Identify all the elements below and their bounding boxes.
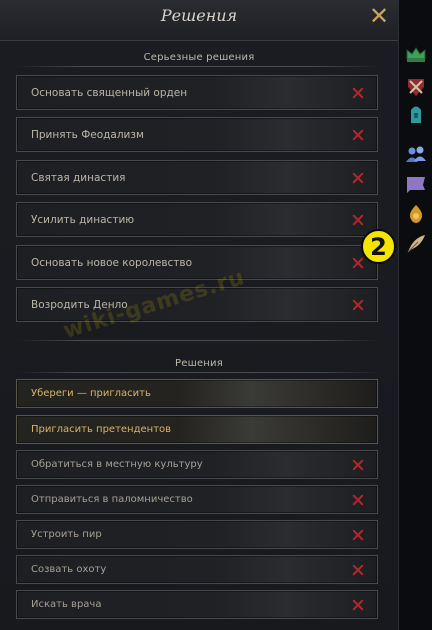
decision-row[interactable]: Отправиться в паломничество	[16, 485, 378, 514]
decisions-panel: Решения ✕ Серьезные решения Основать свя…	[0, 0, 399, 630]
unavailable-x-icon	[352, 129, 364, 141]
number-badge: 2	[361, 229, 396, 264]
decision-label: Отправиться в паломничество	[31, 494, 193, 505]
decision-row[interactable]: Искать врача	[16, 590, 378, 619]
decision-label: Основать новое королевство	[31, 256, 193, 269]
crown-icon[interactable]	[404, 44, 428, 66]
unavailable-x-icon	[352, 459, 364, 471]
decision-row[interactable]: Пригласить претендентов	[16, 415, 378, 444]
decision-row[interactable]: Созвать охоту	[16, 555, 378, 584]
unavailable-x-icon	[352, 214, 364, 226]
divider	[16, 66, 380, 67]
decision-label: Святая династия	[31, 171, 126, 184]
page-title: Решения	[160, 6, 238, 25]
unavailable-x-icon	[352, 494, 364, 506]
decision-label: Основать священный орден	[31, 86, 188, 99]
flag-icon[interactable]	[404, 173, 428, 195]
unavailable-x-icon	[352, 172, 364, 184]
serious-decision-row[interactable]: Основать новое королевство	[16, 245, 378, 280]
unavailable-x-icon	[352, 599, 364, 611]
decision-row[interactable]: Устроить пир	[16, 520, 378, 549]
unavailable-x-icon	[352, 564, 364, 576]
panel-header: Решения ✕	[0, 0, 398, 41]
serious-decision-row[interactable]: Принять Феодализм	[16, 117, 378, 152]
decision-label: Убереги — пригласить	[31, 388, 151, 399]
right-sidebar	[399, 0, 432, 630]
unavailable-x-icon	[352, 257, 364, 269]
serious-decision-row[interactable]: Основать священный орден	[16, 75, 378, 110]
people-icon[interactable]	[404, 143, 428, 165]
serious-decision-row[interactable]: Усилить династию	[16, 202, 378, 237]
serious-decision-row[interactable]: Святая династия	[16, 160, 378, 195]
divider	[16, 372, 380, 373]
crossed-swords-icon[interactable]	[404, 76, 428, 98]
serious-decisions-heading: Серьезные решения	[143, 52, 255, 63]
decision-label: Принять Феодализм	[31, 128, 144, 141]
decision-label: Искать врача	[31, 599, 102, 610]
tower-icon[interactable]	[404, 103, 428, 125]
decision-row[interactable]: Обратиться в местную культуру	[16, 450, 378, 479]
close-button[interactable]: ✕	[368, 4, 390, 28]
unavailable-x-icon	[352, 87, 364, 99]
decision-label: Созвать охоту	[31, 564, 107, 575]
feather-icon[interactable]	[404, 232, 428, 254]
gold-icon[interactable]	[404, 203, 428, 225]
decision-label: Устроить пир	[31, 529, 102, 540]
decision-label: Обратиться в местную культуру	[31, 459, 203, 470]
unavailable-x-icon	[352, 299, 364, 311]
decisions-heading: Решения	[175, 358, 223, 369]
unavailable-x-icon	[352, 529, 364, 541]
decision-label: Усилить династию	[31, 213, 135, 226]
decision-row[interactable]: Убереги — пригласить	[16, 379, 378, 408]
decision-label: Пригласить претендентов	[31, 424, 172, 435]
